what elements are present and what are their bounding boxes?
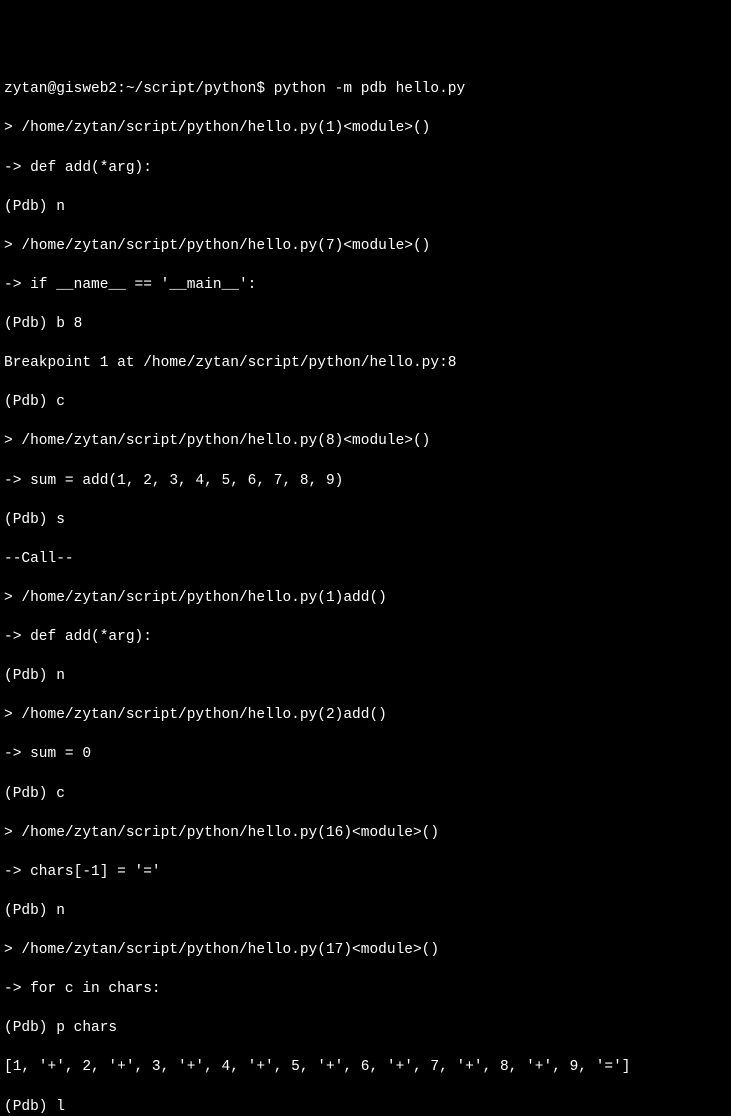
terminal-line-output: --Call--	[4, 550, 727, 570]
terminal-line-pdb-input: (Pdb) n	[4, 667, 727, 687]
terminal-line-output: > /home/zytan/script/python/hello.py(7)<…	[4, 237, 727, 257]
terminal-line-output: > /home/zytan/script/python/hello.py(8)<…	[4, 432, 727, 452]
terminal-line-output: -> sum = add(1, 2, 3, 4, 5, 6, 7, 8, 9)	[4, 472, 727, 492]
terminal-line-output: > /home/zytan/script/python/hello.py(17)…	[4, 941, 727, 961]
terminal-line-pdb-input: (Pdb) n	[4, 198, 727, 218]
terminal-line-output: > /home/zytan/script/python/hello.py(16)…	[4, 824, 727, 844]
terminal-line-pdb-input: (Pdb) n	[4, 902, 727, 922]
terminal-line-output: -> def add(*arg):	[4, 159, 727, 179]
terminal-line-output: -> for c in chars:	[4, 980, 727, 1000]
terminal-line-pdb-input: (Pdb) c	[4, 393, 727, 413]
terminal-line-pdb-input: (Pdb) b 8	[4, 315, 727, 335]
terminal-line-pdb-input: (Pdb) p chars	[4, 1019, 727, 1039]
terminal-line-output: > /home/zytan/script/python/hello.py(1)<…	[4, 119, 727, 139]
terminal-line-output: [1, '+', 2, '+', 3, '+', 4, '+', 5, '+',…	[4, 1058, 727, 1078]
terminal-line-pdb-input: (Pdb) s	[4, 511, 727, 531]
terminal-line-output: -> def add(*arg):	[4, 628, 727, 648]
terminal-line-output: > /home/zytan/script/python/hello.py(1)a…	[4, 589, 727, 609]
terminal-line-pdb-input: (Pdb) l	[4, 1098, 727, 1116]
terminal-line-output: Breakpoint 1 at /home/zytan/script/pytho…	[4, 354, 727, 374]
terminal-line-pdb-input: (Pdb) c	[4, 785, 727, 805]
terminal-line-output: -> chars[-1] = '='	[4, 863, 727, 883]
terminal-line-output: -> if __name__ == '__main__':	[4, 276, 727, 296]
terminal-line-output: -> sum = 0	[4, 745, 727, 765]
terminal-line-output: > /home/zytan/script/python/hello.py(2)a…	[4, 706, 727, 726]
terminal-line-prompt: zytan@gisweb2:~/script/python$ python -m…	[4, 80, 727, 100]
